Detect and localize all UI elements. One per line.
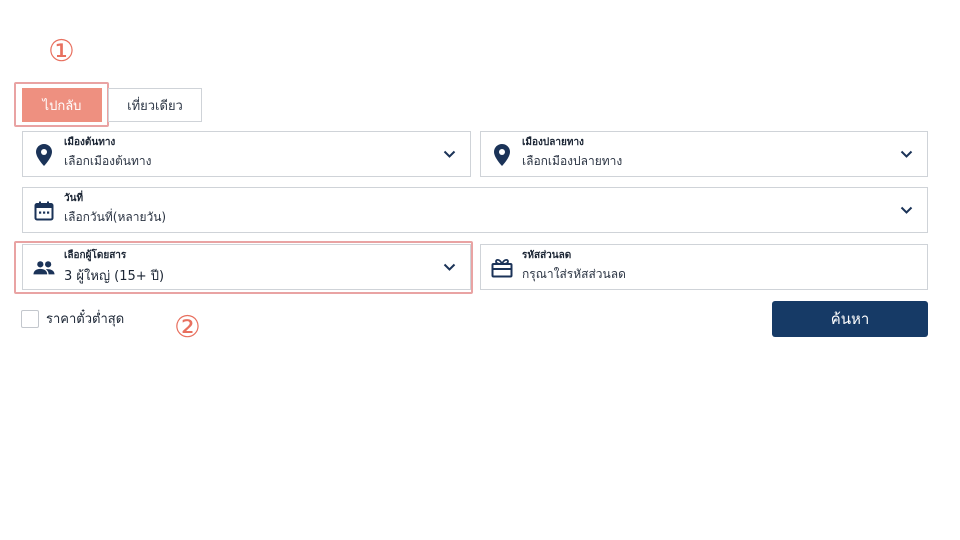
promo-code-field[interactable]: รหัสส่วนลด กรุณาใส่รหัสส่วนลด <box>480 244 928 290</box>
destination-value: เลือกเมืองปลายทาง <box>522 154 623 168</box>
checkbox-box[interactable] <box>21 309 39 328</box>
promo-label: รหัสส่วนลด <box>522 250 572 261</box>
passengers-select[interactable]: เลือกผู้โดยสาร 3 ผู้ใหญ่ (15+ ปี) <box>22 244 471 290</box>
location-pin-icon <box>491 144 513 166</box>
tab-roundtrip[interactable]: ไปกลับ <box>22 88 102 122</box>
calendar-icon <box>33 200 55 222</box>
origin-label: เมืองต้นทาง <box>64 137 116 148</box>
origin-value: เลือกเมืองต้นทาง <box>64 154 152 168</box>
people-icon <box>33 257 55 279</box>
promo-placeholder: กรุณาใส่รหัสส่วนลด <box>522 267 626 281</box>
lowest-fare-label: ราคาตั๋วต่ำสุด <box>46 312 125 327</box>
date-value: เลือกวันที่(หลายวัน) <box>64 210 167 224</box>
tab-oneway[interactable]: เที่ยวเดียว <box>108 88 202 122</box>
lowest-fare-checkbox[interactable]: ราคาตั๋วต่ำสุด <box>21 308 124 329</box>
chevron-down-icon <box>899 147 913 161</box>
chevron-down-icon <box>899 203 913 217</box>
date-select[interactable]: วันที่ เลือกวันที่(หลายวัน) <box>22 187 928 233</box>
origin-select[interactable]: เมืองต้นทาง เลือกเมืองต้นทาง <box>22 131 471 177</box>
passengers-label: เลือกผู้โดยสาร <box>64 250 127 261</box>
step-marker-2: ② <box>174 310 201 345</box>
destination-select[interactable]: เมืองปลายทาง เลือกเมืองปลายทาง <box>480 131 928 177</box>
chevron-down-icon <box>442 147 456 161</box>
date-label: วันที่ <box>64 193 84 204</box>
step-marker-1: ① <box>48 34 75 69</box>
destination-label: เมืองปลายทาง <box>522 137 584 148</box>
search-button[interactable]: ค้นหา <box>772 301 928 337</box>
location-pin-icon <box>33 144 55 166</box>
gift-icon <box>491 257 513 279</box>
chevron-down-icon <box>442 260 456 274</box>
passengers-value: 3 ผู้ใหญ่ (15+ ปี) <box>64 269 165 284</box>
